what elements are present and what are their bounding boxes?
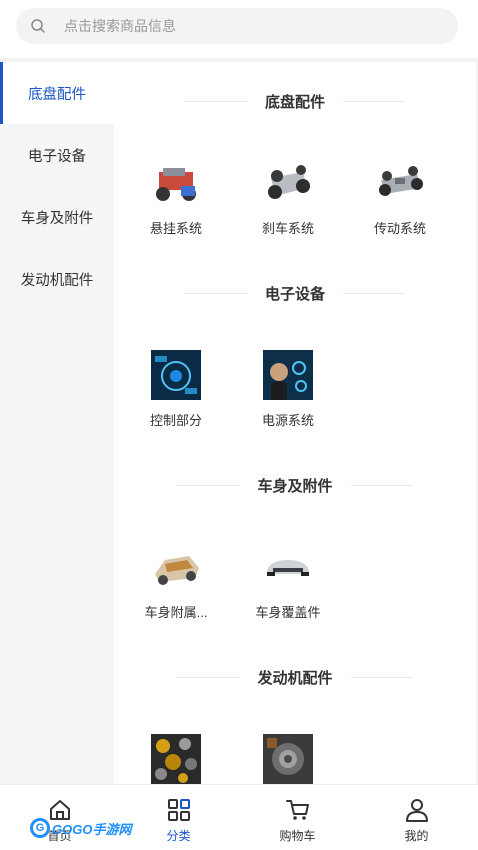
sidebar-item-chassis-parts[interactable]: 底盘配件: [0, 62, 114, 124]
user-icon: [405, 799, 428, 822]
sidebar-item-label: 车身及附件: [20, 210, 94, 227]
category-label: 电源系统: [261, 413, 314, 428]
bottom-tab-bar: 首页 分类 购物车 我的: [0, 784, 478, 850]
power-system-image: [263, 350, 313, 400]
section-title: 发动机配件: [257, 669, 333, 687]
product-category-item[interactable]: 车身覆盖件: [232, 542, 344, 621]
section-header-engine: 发动机配件: [114, 665, 476, 689]
watermark-logo-icon: G: [30, 818, 50, 838]
engine-parts-image: [151, 734, 201, 784]
tab-label: 分类: [166, 829, 191, 843]
search-input[interactable]: 点击搜索商品信息: [16, 8, 458, 44]
section-title: 车身及附件: [257, 477, 333, 495]
divider: [350, 484, 413, 486]
category-label: 控制部分: [149, 413, 202, 428]
category-label: 悬挂系统: [149, 221, 202, 236]
category-content: 底盘配件 悬挂系统 刹车系统 传动系统 电子设备 控制部分 电源系统 车身及附件…: [114, 62, 476, 784]
divider: [184, 292, 247, 294]
search-icon: [31, 19, 45, 33]
product-category-item[interactable]: 传动系统: [344, 158, 456, 237]
divider: [177, 676, 240, 678]
product-category-item[interactable]: [120, 734, 232, 784]
product-category-item[interactable]: [232, 734, 344, 784]
sidebar-item-label: 底盘配件: [28, 86, 86, 103]
divider: [184, 100, 247, 102]
product-category-item[interactable]: 电源系统: [232, 350, 344, 429]
product-category-item[interactable]: 刹车系统: [232, 158, 344, 237]
watermark-text: GOGO手游网: [52, 821, 132, 837]
engine-parts-image: [263, 734, 313, 784]
tab-label: 购物车: [279, 829, 316, 843]
tab-category[interactable]: 分类: [119, 785, 238, 850]
brake-system-image: [263, 158, 313, 208]
section-title: 电子设备: [264, 285, 325, 303]
tab-cart[interactable]: 购物车: [238, 785, 357, 850]
tab-profile[interactable]: 我的: [357, 785, 476, 850]
divider: [343, 100, 405, 102]
divider: [350, 676, 413, 678]
category-sidebar: 底盘配件 电子设备 车身及附件 发动机配件: [0, 62, 114, 784]
top-bar: 点击搜索商品信息: [0, 0, 478, 58]
product-category-item[interactable]: 控制部分: [120, 350, 232, 429]
suspension-system-image: [151, 158, 201, 208]
site-watermark: G GOGO手游网: [30, 818, 131, 838]
category-label: 刹车系统: [261, 221, 314, 236]
section-header-electronics: 电子设备: [114, 281, 476, 305]
section-header-chassis: 底盘配件: [114, 89, 476, 113]
body-panel-image: [263, 542, 313, 592]
category-icon: [167, 799, 190, 821]
divider: [343, 292, 405, 294]
sidebar-item-electronics[interactable]: 电子设备: [0, 124, 114, 186]
control-unit-image: [151, 350, 201, 400]
sidebar-item-label: 发动机配件: [20, 272, 94, 289]
sidebar-item-label: 电子设备: [28, 148, 86, 165]
category-label: 车身附属...: [144, 605, 208, 620]
sidebar-item-body-accessories[interactable]: 车身及附件: [0, 186, 114, 248]
category-label: 传动系统: [373, 221, 426, 236]
body-accessories-image: [151, 542, 201, 592]
section-title: 底盘配件: [264, 93, 325, 111]
product-category-item[interactable]: 悬挂系统: [120, 158, 232, 237]
search-placeholder: 点击搜索商品信息: [64, 18, 176, 34]
divider: [177, 484, 240, 486]
section-header-body: 车身及附件: [114, 473, 476, 497]
product-category-item[interactable]: 车身附属...: [120, 542, 232, 621]
transmission-system-image: [375, 158, 425, 208]
cart-icon: [285, 800, 309, 820]
sidebar-item-engine-parts[interactable]: 发动机配件: [0, 248, 114, 310]
tab-label: 我的: [404, 829, 429, 843]
category-label: 车身覆盖件: [255, 605, 321, 620]
